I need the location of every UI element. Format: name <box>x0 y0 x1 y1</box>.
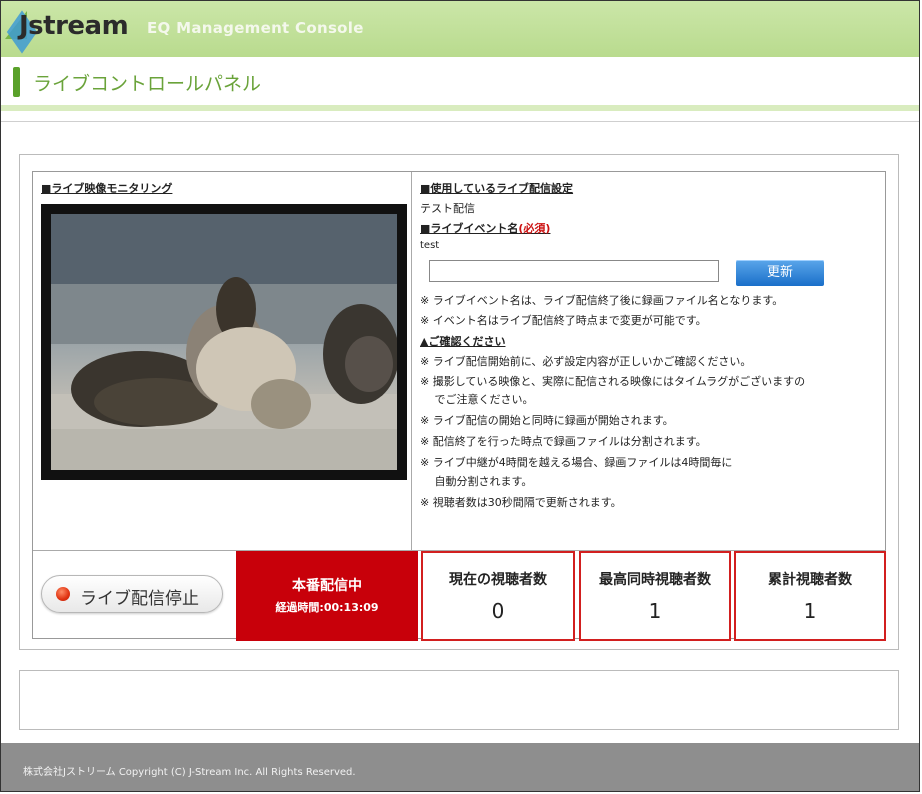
page-title-bar: ライブコントロールパネル <box>1 57 919 111</box>
confirm-red-note-2: ※ 撮影している映像と、実際に配信される映像にはタイムラグがございますの <box>420 375 806 388</box>
confirm-red-note-3: でご注意ください。 <box>420 393 534 406</box>
live-status-label: 本番配信中 <box>292 578 362 594</box>
peak-viewers-box: 最高同時視聴者数 1 <box>579 551 731 641</box>
record-dot-icon <box>56 587 70 601</box>
confirm-note-1: ※ ライブ配信の開始と同時に録画が開始されます。 <box>420 414 674 427</box>
confirm-red-note-1: ※ ライブ配信開始前に、必ず設定内容が正しいかご確認ください。 <box>420 355 752 368</box>
event-note-2: ※ イベント名はライブ配信終了時点まで変更が可能です。 <box>420 314 707 327</box>
confirm-note-3: ※ ライブ中継が4時間を越える場合、録画ファイルは4時間毎に <box>420 456 733 469</box>
control-panel: ■ライブ映像モニタリング ■使用しているライブ配信設定 テスト配信 ■ライブイベ… <box>19 154 899 650</box>
event-current-name: test <box>420 240 440 251</box>
copyright-text: 株式会社Jストリーム Copyright (C) J-Stream Inc. A… <box>23 767 356 778</box>
event-note-1: ※ ライブイベント名は、ライブ配信終了後に録画ファイル名となります。 <box>420 294 784 307</box>
app-window: Jstream EQ Management Console ライブコントロールパ… <box>0 0 920 792</box>
update-button[interactable]: 更新 <box>736 260 824 286</box>
live-controls-row: ライブ配信停止 本番配信中 経過時間:00:13:09 現在の視聴者数 0 最高… <box>33 550 886 641</box>
live-status-box: 本番配信中 経過時間:00:13:09 <box>236 551 418 641</box>
footer: 株式会社Jストリーム Copyright (C) J-Stream Inc. A… <box>1 743 919 791</box>
current-viewers-value: 0 <box>491 599 505 623</box>
app-header: Jstream EQ Management Console <box>1 1 919 57</box>
current-viewers-label: 現在の視聴者数 <box>449 572 547 588</box>
peak-viewers-value: 1 <box>648 599 662 623</box>
settings-value: テスト配信 <box>420 202 475 215</box>
live-video-frame <box>51 214 397 470</box>
peak-viewers-label: 最高同時視聴者数 <box>599 572 711 588</box>
total-viewers-box: 累計視聴者数 1 <box>734 551 886 641</box>
stop-live-label: ライブ配信停止 <box>80 589 199 609</box>
confirm-note-4: 自動分割されます。 <box>420 475 533 488</box>
sea-lion-image <box>51 214 397 470</box>
lower-empty-panel <box>19 670 899 730</box>
jstream-logo: Jstream <box>5 7 135 54</box>
console-title: EQ Management Console <box>147 19 364 37</box>
current-viewers-box: 現在の視聴者数 0 <box>421 551 575 641</box>
total-viewers-label: 累計視聴者数 <box>768 572 852 588</box>
required-mark: (必須) <box>518 222 551 235</box>
monitor-heading: ■ライブ映像モニタリング <box>41 182 173 195</box>
event-heading: ■ライブイベント名(必須) <box>420 222 551 235</box>
main-content: ■ライブ映像モニタリング ■使用しているライブ配信設定 テスト配信 ■ライブイベ… <box>1 121 919 744</box>
control-panel-inner: ■ライブ映像モニタリング ■使用しているライブ配信設定 テスト配信 ■ライブイベ… <box>32 171 886 641</box>
monitor-section: ■ライブ映像モニタリング <box>33 172 412 550</box>
confirm-heading: ▲ご確認ください <box>420 335 506 348</box>
settings-heading: ■使用しているライブ配信設定 <box>420 182 574 195</box>
page-title: ライブコントロールパネル <box>33 73 262 95</box>
live-video-player[interactable] <box>41 204 407 480</box>
event-name-input[interactable] <box>429 260 719 282</box>
logo-text: Jstream <box>19 11 129 41</box>
elapsed-time: 経過時間:00:13:09 <box>275 601 379 614</box>
confirm-note-5: ※ 視聴者数は30秒間隔で更新されます。 <box>420 496 622 509</box>
confirm-note-2: ※ 配信終了を行った時点で録画ファイルは分割されます。 <box>420 435 707 448</box>
settings-section: ■使用しているライブ配信設定 テスト配信 ■ライブイベント名(必須) test … <box>412 172 886 550</box>
stop-live-button[interactable]: ライブ配信停止 <box>41 575 223 613</box>
total-viewers-value: 1 <box>803 599 817 623</box>
title-accent-bar <box>13 67 20 97</box>
